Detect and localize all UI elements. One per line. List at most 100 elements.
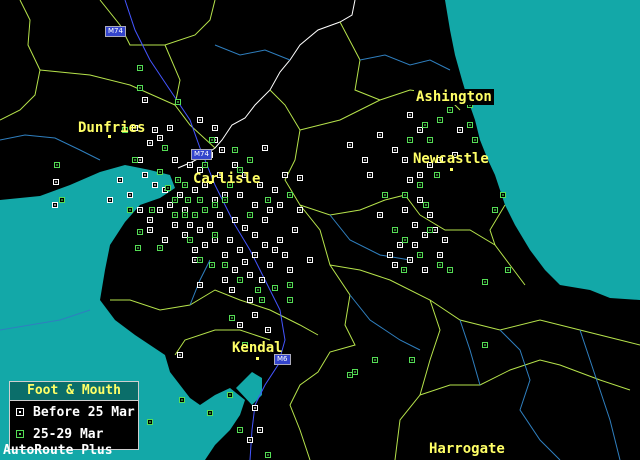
- outbreak-marker-center: [449, 109, 451, 111]
- outbreak-marker-center: [274, 249, 276, 251]
- outbreak-marker-center: [364, 159, 366, 161]
- outbreak-marker-center: [267, 199, 269, 201]
- outbreak-marker-center: [419, 199, 421, 201]
- legend-title: Foot & Mouth: [10, 382, 138, 401]
- outbreak-marker-center: [261, 279, 263, 281]
- outbreak-marker-center: [494, 209, 496, 211]
- outbreak-marker-center: [169, 204, 171, 206]
- outbreak-marker-center: [224, 194, 226, 196]
- road-sign-m6: M6: [274, 354, 291, 365]
- outbreak-marker-center: [54, 204, 56, 206]
- city-label-carlisle[interactable]: Carlisle: [193, 171, 260, 187]
- outbreak-marker-center: [379, 214, 381, 216]
- outbreak-marker-center: [261, 299, 263, 301]
- outbreak-marker-center: [231, 289, 233, 291]
- outbreak-marker-center: [139, 231, 141, 233]
- map-view[interactable]: Dunfries Carlisle Kendal Ashington Newca…: [0, 0, 640, 460]
- outbreak-marker-center: [219, 214, 221, 216]
- outbreak-marker-center: [204, 164, 206, 166]
- outbreak-marker-center: [294, 229, 296, 231]
- outbreak-marker-center: [164, 239, 166, 241]
- green-marker-icon: [16, 430, 24, 438]
- outbreak-marker-center: [199, 284, 201, 286]
- outbreak-marker-center: [167, 187, 169, 189]
- outbreak-marker-center: [194, 259, 196, 261]
- outbreak-marker-center: [399, 244, 401, 246]
- city-label-ashington[interactable]: Ashington: [414, 89, 494, 105]
- outbreak-marker-center: [309, 259, 311, 261]
- outbreak-marker-center: [279, 239, 281, 241]
- outbreak-marker-center: [299, 177, 301, 179]
- outbreak-marker-center: [484, 281, 486, 283]
- outbreak-marker-center: [224, 254, 226, 256]
- outbreak-marker-center: [174, 214, 176, 216]
- outbreak-marker-center: [189, 239, 191, 241]
- outbreak-marker-center: [174, 159, 176, 161]
- outbreak-marker-center: [404, 194, 406, 196]
- outbreak-marker-center: [289, 299, 291, 301]
- city-label-dumfries[interactable]: Dunfries: [78, 120, 145, 136]
- outbreak-marker-center: [249, 299, 251, 301]
- outbreak-marker-center: [199, 199, 201, 201]
- outbreak-marker-center: [184, 214, 186, 216]
- outbreak-marker-center: [289, 284, 291, 286]
- outbreak-marker-center: [181, 399, 183, 401]
- outbreak-marker-center: [229, 239, 231, 241]
- outbreak-marker-center: [379, 134, 381, 136]
- outbreak-marker-center: [239, 429, 241, 431]
- outbreak-marker-center: [394, 229, 396, 231]
- outbreak-marker-center: [231, 317, 233, 319]
- outbreak-marker-center: [139, 87, 141, 89]
- outbreak-marker-center: [429, 229, 431, 231]
- outbreak-marker-center: [209, 412, 211, 414]
- outbreak-marker-center: [269, 209, 271, 211]
- outbreak-marker-center: [429, 214, 431, 216]
- outbreak-marker-center: [257, 289, 259, 291]
- outbreak-marker-center: [374, 359, 376, 361]
- outbreak-marker-center: [254, 407, 256, 409]
- outbreak-marker-center: [484, 344, 486, 346]
- outbreak-marker-center: [149, 219, 151, 221]
- outbreak-marker-center: [439, 264, 441, 266]
- outbreak-marker-center: [199, 229, 201, 231]
- outbreak-marker-center: [239, 324, 241, 326]
- map-legend: Foot & Mouth Before 25 Mar 25-29 Mar: [9, 381, 139, 450]
- outbreak-marker-center: [403, 269, 405, 271]
- outbreak-marker-center: [151, 209, 153, 211]
- outbreak-marker-center: [414, 224, 416, 226]
- outbreak-marker-center: [184, 209, 186, 211]
- outbreak-marker-center: [174, 199, 176, 201]
- outbreak-marker-center: [224, 279, 226, 281]
- outbreak-marker-center: [424, 234, 426, 236]
- outbreak-marker-center: [444, 239, 446, 241]
- city-label-newcastle[interactable]: Newcastle: [413, 151, 489, 167]
- outbreak-marker-center: [187, 199, 189, 201]
- outbreak-marker-center: [264, 147, 266, 149]
- outbreak-marker-center: [154, 184, 156, 186]
- outbreak-marker-center: [144, 99, 146, 101]
- outbreak-marker-center: [279, 204, 281, 206]
- outbreak-marker-center: [249, 274, 251, 276]
- outbreak-marker-center: [119, 179, 121, 181]
- outbreak-marker-center: [425, 204, 427, 206]
- legend-label-recent: 25-29 Mar: [33, 426, 104, 442]
- city-label-harrogate[interactable]: Harrogate: [429, 441, 505, 457]
- outbreak-marker-center: [429, 139, 431, 141]
- outbreak-marker-center: [404, 239, 406, 241]
- outbreak-marker-center: [61, 199, 63, 201]
- outbreak-marker-center: [244, 227, 246, 229]
- outbreak-marker-center: [154, 129, 156, 131]
- outbreak-marker-center: [269, 264, 271, 266]
- outbreak-marker-center: [411, 359, 413, 361]
- outbreak-marker-center: [189, 224, 191, 226]
- outbreak-marker-center: [404, 159, 406, 161]
- outbreak-marker-center: [234, 219, 236, 221]
- outbreak-marker-center: [409, 179, 411, 181]
- outbreak-marker-center: [267, 329, 269, 331]
- outbreak-marker-center: [249, 159, 251, 161]
- outbreak-marker-center: [254, 314, 256, 316]
- outbreak-marker-center: [194, 214, 196, 216]
- outbreak-marker-center: [224, 264, 226, 266]
- outbreak-marker-center: [244, 261, 246, 263]
- outbreak-marker-center: [384, 194, 386, 196]
